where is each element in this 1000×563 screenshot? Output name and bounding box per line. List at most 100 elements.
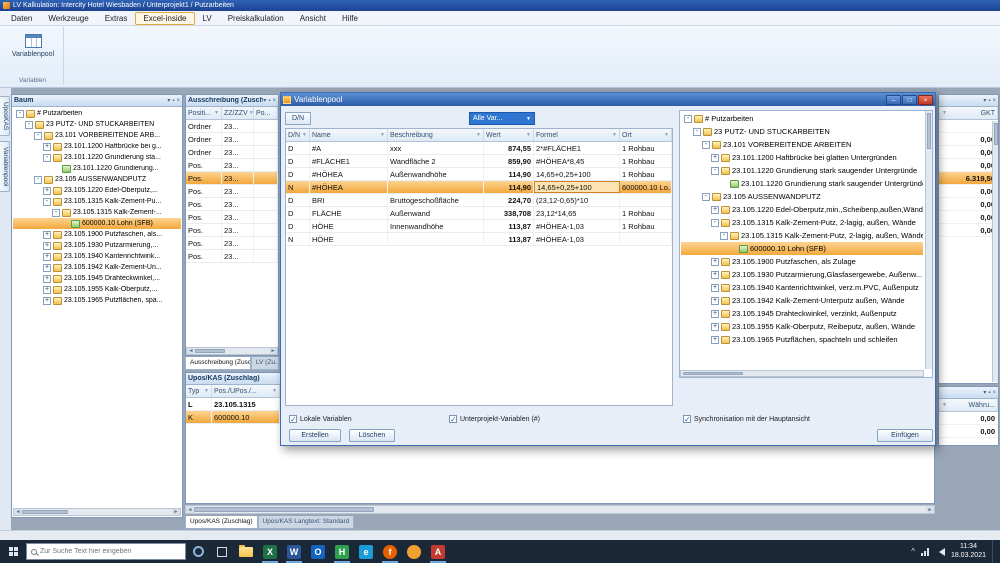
- scroll-thumb[interactable]: [194, 507, 374, 512]
- expand-toggle-icon[interactable]: +: [43, 242, 51, 250]
- position-row[interactable]: Pos.23...: [186, 224, 278, 237]
- pin-icon[interactable]: ▪: [172, 97, 174, 105]
- expand-toggle-icon[interactable]: +: [43, 297, 51, 305]
- expand-toggle-icon[interactable]: +: [43, 253, 51, 261]
- filter-icon[interactable]: ▼: [302, 132, 307, 138]
- expand-toggle-icon[interactable]: -: [34, 132, 42, 140]
- ausschreibung-tab[interactable]: Ausschreibung (Zuschlag): [185, 357, 251, 370]
- menu-item-excel-inside[interactable]: Excel-inside: [135, 12, 194, 25]
- variable-filter-dropdown[interactable]: Alle Var... ▼: [469, 112, 535, 125]
- column-header[interactable]: D/N▼: [286, 129, 310, 141]
- filter-icon[interactable]: ▼: [476, 132, 481, 138]
- filter-icon[interactable]: ▼: [380, 132, 385, 138]
- currency-value-row[interactable]: 0,00: [939, 412, 998, 425]
- filter-icon[interactable]: ▼: [942, 402, 947, 408]
- gkt-value-row[interactable]: 6.319,50: [939, 172, 998, 185]
- expand-toggle-icon[interactable]: -: [16, 110, 24, 118]
- expand-toggle-icon[interactable]: +: [43, 187, 51, 195]
- expand-toggle-icon[interactable]: -: [43, 198, 51, 206]
- checkbox-icon[interactable]: ✓: [449, 415, 457, 423]
- gkt-value-row[interactable]: 0,00: [939, 224, 998, 237]
- column-header[interactable]: Pos./UPos./...▼: [212, 385, 280, 397]
- expand-toggle-icon[interactable]: -: [25, 121, 33, 129]
- menu-item-ansicht[interactable]: Ansicht: [292, 12, 334, 25]
- expand-toggle-icon[interactable]: +: [43, 275, 51, 283]
- variable-row[interactable]: NHÖHE113,87#HÖHEA-1,03: [286, 233, 672, 246]
- gkt-value-row[interactable]: 0,00: [939, 159, 998, 172]
- lv-tree-item[interactable]: -23.105 AUSSENWANDPUTZ: [13, 174, 181, 185]
- scroll-thumb[interactable]: [683, 372, 743, 376]
- taskbar-file-explorer-icon[interactable]: [234, 540, 258, 563]
- position-row[interactable]: Ordner23...: [186, 120, 278, 133]
- close-button[interactable]: ×: [918, 95, 933, 105]
- taskbar-search[interactable]: [26, 543, 186, 560]
- gkt-value-row[interactable]: 0,00: [939, 185, 998, 198]
- gkt-column-header[interactable]: GKT: [981, 110, 995, 117]
- expand-toggle-icon[interactable]: +: [43, 264, 51, 272]
- menu-item-hilfe[interactable]: Hilfe: [334, 12, 366, 25]
- close-icon[interactable]: ×: [992, 97, 996, 105]
- lv-tree-item[interactable]: -23 PUTZ- UND STUCKARBEITEN: [13, 119, 181, 130]
- variablenpool-tree-item[interactable]: -23 PUTZ- UND STUCKARBEITEN: [681, 125, 923, 138]
- variablenpool-button[interactable]: Variablenpool: [6, 30, 60, 68]
- scroll-thumb[interactable]: [195, 349, 225, 353]
- position-row[interactable]: Pos.23...: [186, 211, 278, 224]
- tree-horizontal-scrollbar[interactable]: [680, 370, 924, 377]
- checkbox-icon[interactable]: ✓: [289, 415, 297, 423]
- variablenpool-tree-item[interactable]: +23.105.1945 Drahteckwinkel, verzinkt, A…: [681, 307, 923, 320]
- gkt-value-row[interactable]: 0,00: [939, 198, 998, 211]
- column-header[interactable]: Typ▼: [186, 385, 212, 397]
- taskbar-clock[interactable]: 11:34 18.03.2021: [951, 543, 986, 561]
- scroll-thumb[interactable]: [927, 113, 931, 149]
- filter-icon[interactable]: ▼: [942, 110, 947, 116]
- close-icon[interactable]: ×: [992, 389, 996, 397]
- variable-row[interactable]: DHÖHEInnenwandhöhe113,87#HÖHEA-1,031 Roh…: [286, 220, 672, 233]
- search-input[interactable]: [40, 548, 181, 555]
- lv-tree-item[interactable]: +23.105.1930 Putzarmierung,...: [13, 240, 181, 251]
- gkt-value-row[interactable]: 0,00: [939, 211, 998, 224]
- taskbar-outlook-icon[interactable]: O: [306, 540, 330, 563]
- lv-tree-item[interactable]: -23.101 VORBEREITENDE ARB...: [13, 130, 181, 141]
- task-view-button[interactable]: [210, 540, 234, 563]
- expand-toggle-icon[interactable]: -: [43, 154, 51, 162]
- position-row[interactable]: Pos.23...: [186, 185, 278, 198]
- dropdown-icon[interactable]: ▾: [983, 389, 986, 397]
- position-row[interactable]: Pos.23...: [186, 159, 278, 172]
- expand-toggle-icon[interactable]: -: [720, 232, 728, 240]
- variablenpool-tree-item[interactable]: -23.105.1315 Kalk-Zement-Putz, 2-lagig, …: [681, 216, 923, 229]
- expand-toggle-icon[interactable]: -: [711, 219, 719, 227]
- filter-icon[interactable]: ▼: [526, 132, 531, 138]
- expand-toggle-icon[interactable]: -: [711, 167, 719, 175]
- lv-tree-item[interactable]: -23.101.1220 Grundierung sta...: [13, 152, 181, 163]
- variablenpool-tree-item[interactable]: +23.105.1955 Kalk-Oberputz, Reibeputz, a…: [681, 320, 923, 333]
- scroll-right-icon[interactable]: ►: [926, 506, 934, 513]
- scroll-left-icon[interactable]: ◄: [186, 506, 194, 513]
- lv-tree-item[interactable]: +23.101.1200 Haftbrücke bei g...: [13, 141, 181, 152]
- variablenpool-tree-item[interactable]: 600000.10 Lohn (SFB): [681, 242, 923, 255]
- expand-toggle-icon[interactable]: -: [693, 128, 701, 136]
- tray-expand-icon[interactable]: ^: [911, 547, 915, 556]
- gkt-vertical-scrollbar[interactable]: [992, 121, 998, 382]
- variablenpool-tree-item[interactable]: +23.105.1942 Kalk-Zement-Unterputz außen…: [681, 294, 923, 307]
- dropdown-icon[interactable]: ▾: [263, 97, 266, 105]
- position-row[interactable]: Pos.23...: [186, 237, 278, 250]
- scroll-thumb[interactable]: [994, 123, 998, 145]
- gkt-value-row[interactable]: [939, 120, 998, 133]
- lv-tree-item[interactable]: -# Putzarbeiten: [13, 108, 181, 119]
- variablenpool-tree-item[interactable]: +23.105.1940 Kantenrichtwinkel, verz.m.P…: [681, 281, 923, 294]
- variablenpool-tree-item[interactable]: +23.105.1220 Edel-Oberputz,min.,Scheiben…: [681, 203, 923, 216]
- uposkas-tab[interactable]: Upos/KAS Langtext: Standard: [258, 516, 355, 529]
- expand-toggle-icon[interactable]: +: [711, 284, 719, 292]
- variablenpool-tree-item[interactable]: -# Putzarbeiten: [681, 112, 923, 125]
- filter-icon[interactable]: ▼: [272, 388, 277, 394]
- variable-row[interactable]: D#Axxx874,552*#FLÄCHE11 Rohbau: [286, 142, 672, 155]
- lv-tree-item[interactable]: +23.105.1965 Putzflächen, spa...: [13, 295, 181, 306]
- minimize-button[interactable]: –: [886, 95, 901, 105]
- lv-tree-item[interactable]: +23.105.1945 Drahteckwinkel,...: [13, 273, 181, 284]
- synchronisation-checkbox[interactable]: ✓Synchronisation mit der Hauptansicht: [683, 415, 810, 423]
- gkt-value-row[interactable]: 0,00: [939, 133, 998, 146]
- expand-toggle-icon[interactable]: +: [711, 323, 719, 331]
- variablenpool-tree-item[interactable]: -23.101 VORBEREITENDE ARBEITEN: [681, 138, 923, 151]
- variablenpool-tree-item[interactable]: 23.101.1220 Grundierung stark saugender …: [681, 177, 923, 190]
- column-header[interactable]: Name▼: [310, 129, 388, 141]
